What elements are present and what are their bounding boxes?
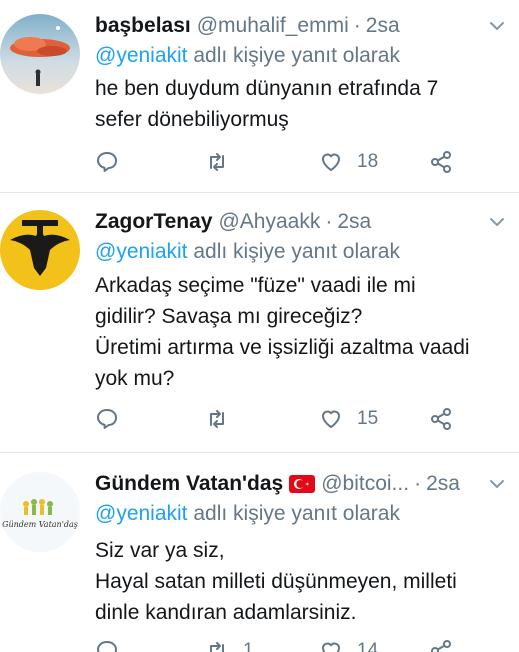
chevron-down-icon[interactable] xyxy=(487,474,507,494)
tweet-text: he ben duydum dünyanın etrafında 7 sefer… xyxy=(95,73,510,135)
like-count: 18 xyxy=(357,151,379,172)
display-name[interactable]: ZagorTenay xyxy=(95,208,212,236)
timestamp[interactable]: 2sa xyxy=(426,470,460,498)
tweet[interactable]: Gündem Vatan'daş Gündem Vatan'daş @bitco… xyxy=(0,470,519,652)
like-count: 15 xyxy=(357,408,379,429)
tweet-text-line: Siz var ya siz, xyxy=(95,539,225,562)
mention-link[interactable]: @yeniakit xyxy=(95,502,188,525)
action-bar: 1 14 xyxy=(95,636,515,652)
heart-icon xyxy=(322,410,340,428)
tweet-text-line: sefer dönebiliyormuş xyxy=(95,108,289,131)
reply-button[interactable] xyxy=(95,147,119,177)
separator-dot: · xyxy=(325,210,333,233)
heart-icon xyxy=(322,153,340,171)
display-name[interactable]: Gündem Vatan'daş xyxy=(95,470,283,498)
reply-icon xyxy=(97,409,117,429)
tweet-text-line: Arkadaş seçime "füze" vaadi ile mi xyxy=(95,274,416,297)
timestamp[interactable]: 2sa xyxy=(366,12,400,40)
avatar-logo-text: Gündem Vatan'daş xyxy=(2,520,78,529)
share-button[interactable] xyxy=(429,636,453,652)
tweet-text: Siz var ya siz, Hayal satan milleti düşü… xyxy=(95,535,510,628)
divider xyxy=(0,452,519,453)
tweet-text-line: gidilir? Savaşa mı gireceğiz? xyxy=(95,305,363,328)
chevron-down-icon[interactable] xyxy=(487,212,507,232)
separator-dot: · xyxy=(414,472,422,495)
tweet-text-line: dinle kandıran adamlarsiniz. xyxy=(95,601,357,624)
tweet-feed: başbelası @muhalif_emmi · 2sa @yeniakit … xyxy=(0,0,519,652)
reply-button[interactable] xyxy=(95,404,119,434)
username[interactable]: @bitcoi... xyxy=(321,470,409,498)
tweet-text-line: yok mu? xyxy=(95,367,175,390)
timestamp[interactable]: 2sa xyxy=(337,208,371,236)
avatar[interactable] xyxy=(0,14,80,94)
mention-link[interactable]: @yeniakit xyxy=(95,44,188,67)
tweet-text-line: he ben duydum dünyanın etrafında 7 xyxy=(95,77,439,100)
heart-icon xyxy=(322,642,340,652)
tweet[interactable]: ZagorTenay @Ahyaakk · 2sa @yeniakit adlı… xyxy=(0,208,519,443)
turkey-flag-icon xyxy=(289,475,316,493)
username[interactable]: @muhalif_emmi xyxy=(197,12,349,40)
reply-context: @yeniakit adlı kişiye yanıt olarak xyxy=(95,42,400,70)
retweet-icon xyxy=(210,642,224,652)
mention-link[interactable]: @yeniakit xyxy=(95,240,188,263)
share-button[interactable] xyxy=(429,404,453,434)
tweet-header: ZagorTenay @Ahyaakk · 2sa xyxy=(95,208,371,236)
avatar[interactable]: Gündem Vatan'daş xyxy=(0,472,80,552)
like-button[interactable]: 15 xyxy=(319,404,378,434)
avatar[interactable] xyxy=(0,210,80,290)
tweet-text: Arkadaş seçime "füze" vaadi ile mi gidil… xyxy=(95,270,510,394)
tweet-header: başbelası @muhalif_emmi · 2sa xyxy=(95,12,400,40)
display-name[interactable]: başbelası xyxy=(95,12,191,40)
retweet-count: 1 xyxy=(243,640,254,652)
action-bar: 18 xyxy=(95,147,515,177)
reply-context: @yeniakit adlı kişiye yanıt olarak xyxy=(95,500,400,528)
like-button[interactable]: 14 xyxy=(319,636,378,652)
like-count: 14 xyxy=(357,640,379,652)
reply-context-text: adlı kişiye yanıt olarak xyxy=(187,44,400,67)
retweet-icon xyxy=(210,153,224,171)
separator-dot: · xyxy=(353,14,361,37)
share-icon xyxy=(431,151,451,173)
divider xyxy=(0,192,519,193)
reply-button[interactable] xyxy=(95,636,119,652)
username[interactable]: @Ahyaakk xyxy=(218,208,320,236)
reply-icon xyxy=(97,641,117,652)
reply-context-text: adlı kişiye yanıt olarak xyxy=(187,502,400,525)
retweet-button[interactable] xyxy=(205,404,229,434)
chevron-down-icon[interactable] xyxy=(487,16,507,36)
share-button[interactable] xyxy=(429,147,453,177)
tweet-header: Gündem Vatan'daş @bitcoi... · 2sa xyxy=(95,470,460,498)
share-icon xyxy=(431,640,451,652)
retweet-button[interactable] xyxy=(205,147,229,177)
share-icon xyxy=(431,408,451,430)
reply-context: @yeniakit adlı kişiye yanıt olarak xyxy=(95,238,400,266)
reply-context-text: adlı kişiye yanıt olarak xyxy=(187,240,400,263)
like-button[interactable]: 18 xyxy=(319,147,378,177)
tweet-text-line: Üretimi artırma ve işsizliği azaltma vaa… xyxy=(95,336,470,359)
tweet-text-line: Hayal satan milleti düşünmeyen, milleti xyxy=(95,570,457,593)
reply-icon xyxy=(97,152,117,172)
action-bar: 15 xyxy=(95,404,515,434)
retweet-button[interactable]: 1 xyxy=(205,636,254,652)
tweet[interactable]: başbelası @muhalif_emmi · 2sa @yeniakit … xyxy=(0,12,519,190)
retweet-icon xyxy=(210,410,224,428)
